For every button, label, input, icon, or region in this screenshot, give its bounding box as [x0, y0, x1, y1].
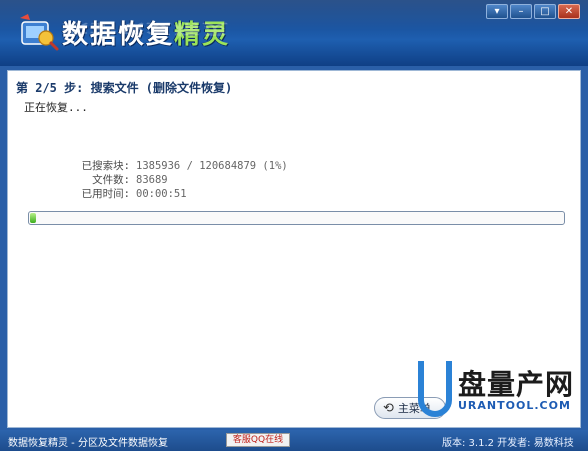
stat-value: 1385936 / 120684879 (1%)	[136, 160, 288, 172]
app-logo-icon	[20, 14, 59, 51]
refresh-icon: ⟲	[383, 400, 394, 416]
menu-dropdown-button[interactable]: ▾	[486, 4, 508, 19]
watermark: 盘量产网 URANTOOL.COM	[418, 355, 588, 425]
stat-row-files: 文件数: 83689	[68, 173, 288, 187]
stat-label: 已用时间:	[81, 188, 130, 200]
stat-row-blocks: 已搜索块: 1385936 / 120684879 (1%)	[68, 159, 288, 173]
stat-label: 已搜索块:	[81, 160, 130, 172]
maximize-button[interactable]: □	[534, 4, 556, 19]
progress-bar	[28, 211, 565, 225]
status-bar: 数据恢复精灵 - 分区及文件数据恢复 客服QQ在线 版本: 3.1.2 开发者:…	[0, 430, 588, 451]
minimize-button[interactable]: –	[510, 4, 532, 19]
title-banner: 数据恢复精灵 数据恢复精灵 ▾ – □ ✕	[0, 0, 588, 66]
stat-label: 文件数:	[92, 174, 130, 186]
progress-fill	[30, 213, 36, 223]
step-title: 第 2/5 步: 搜索文件 (删除文件恢复)	[16, 81, 233, 95]
stat-value: 00:00:51	[136, 188, 187, 200]
status-bar-app-info: 数据恢复精灵 - 分区及文件数据恢复	[8, 438, 168, 449]
stat-row-elapsed: 已用时间: 00:00:51	[68, 187, 288, 201]
app-title: 数据恢复精灵	[62, 20, 231, 50]
app-window: 数据恢复精灵 数据恢复精灵 ▾ – □ ✕ 第 2/5 步: 搜索文件 (删除文…	[0, 0, 588, 451]
status-bar-version: 版本: 3.1.2 开发者: 易数科技	[442, 438, 574, 449]
window-controls: ▾ – □ ✕	[486, 4, 580, 19]
watermark-text: 盘量产网	[458, 368, 575, 401]
stats-block: 已搜索块: 1385936 / 120684879 (1%) 文件数: 8368…	[68, 159, 288, 201]
qq-support-button[interactable]: 客服QQ在线	[226, 433, 290, 447]
stat-value: 83689	[136, 174, 168, 186]
watermark-url: URANTOOL.COM	[458, 399, 571, 412]
close-button[interactable]: ✕	[558, 4, 580, 19]
watermark-u-logo-icon	[418, 361, 452, 417]
status-text: 正在恢复...	[24, 101, 88, 114]
